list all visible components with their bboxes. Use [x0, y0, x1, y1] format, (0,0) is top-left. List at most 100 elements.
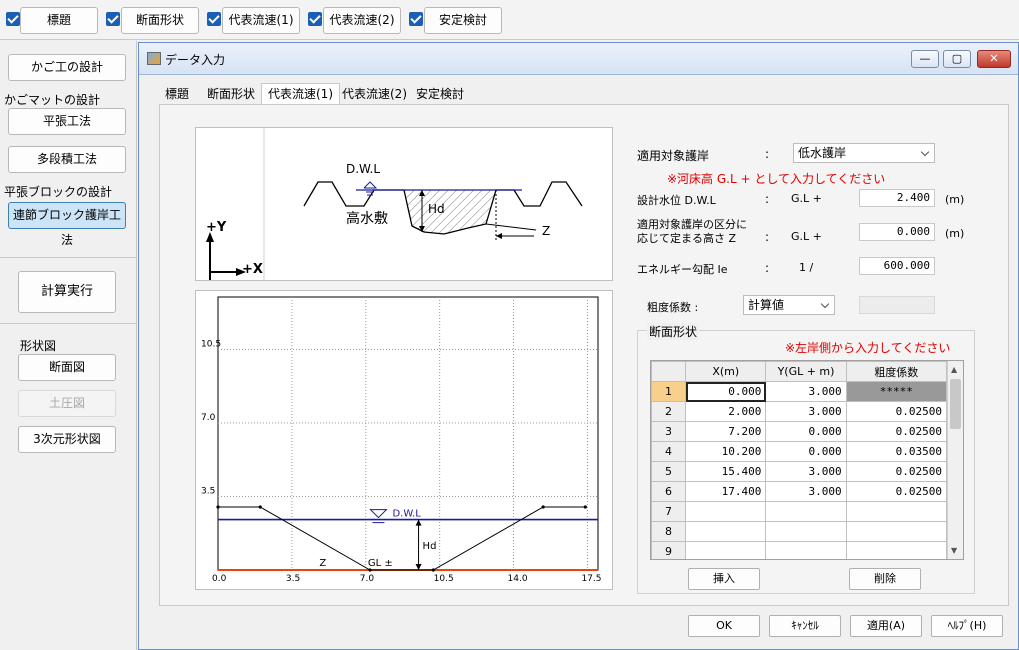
window-title: データ入力: [165, 53, 226, 67]
table-row[interactable]: 1 0.000 3.000 *****: [651, 381, 948, 402]
cell-roughness[interactable]: 0.02500: [845, 481, 948, 502]
cell-roughness[interactable]: 0.03500: [845, 441, 948, 462]
unit-label: (m): [945, 227, 965, 240]
scroll-thumb[interactable]: [950, 379, 961, 429]
tab-stability[interactable]: 安定検討: [416, 85, 464, 104]
rensetsu-block-button[interactable]: 連節ブロック護岸工法: [8, 202, 126, 247]
help-button[interactable]: ﾍﾙﾌﾟ(H): [931, 615, 1003, 637]
calculate-button[interactable]: 計算実行: [18, 271, 116, 313]
table-scrollbar[interactable]: ▲ ▼: [947, 361, 963, 559]
roughness-value-field: [859, 296, 935, 314]
column-header-x: X(m): [685, 361, 767, 382]
cell-roughness[interactable]: [845, 501, 948, 522]
stability-checkbox[interactable]: [409, 12, 423, 26]
delete-row-button[interactable]: 削除: [849, 568, 921, 590]
cell-roughness[interactable]: *****: [845, 381, 948, 402]
maximize-icon[interactable]: ▢: [943, 50, 971, 68]
minimize-icon[interactable]: —: [911, 50, 939, 68]
cell-x[interactable]: [685, 541, 767, 559]
row-number[interactable]: 7: [651, 501, 687, 522]
row-number[interactable]: 1: [651, 381, 687, 402]
row-number[interactable]: 9: [651, 541, 687, 559]
title-button[interactable]: 標題: [20, 7, 98, 34]
z-height-label-2: 応じて定まる高さ Z: [637, 232, 737, 245]
roughness-select[interactable]: 計算値: [743, 295, 835, 315]
x-tick-label: 17.5: [581, 574, 601, 584]
table-row[interactable]: 2 2.000 3.000 0.02500: [651, 401, 948, 422]
cell-y[interactable]: 3.000: [765, 401, 847, 422]
cell-roughness[interactable]: [845, 541, 948, 559]
cell-x[interactable]: 2.000: [685, 401, 767, 422]
dwl-input[interactable]: 2.400: [859, 189, 935, 207]
table-row[interactable]: 9: [651, 541, 948, 559]
table-row[interactable]: 7: [651, 501, 948, 522]
velocity2-checkbox[interactable]: [308, 12, 322, 26]
cell-roughness[interactable]: 0.02500: [845, 401, 948, 422]
cell-x[interactable]: 0.000: [685, 381, 767, 402]
hd-chart-label: Hd: [423, 541, 437, 552]
velocity2-button[interactable]: 代表流速(2): [323, 7, 401, 34]
row-number[interactable]: 8: [651, 521, 687, 542]
cell-x[interactable]: 15.400: [685, 461, 767, 482]
cell-roughness[interactable]: 0.02500: [845, 421, 948, 442]
column-header-y: Y(GL + m): [765, 361, 847, 382]
apply-button[interactable]: 適用(A): [850, 615, 922, 637]
gl-chart-label: GL ±: [368, 558, 393, 569]
cell-y[interactable]: [765, 521, 847, 542]
cell-x[interactable]: [685, 501, 767, 522]
velocity1-button[interactable]: 代表流速(1): [222, 7, 300, 34]
row-number[interactable]: 2: [651, 401, 687, 422]
target-revetment-select[interactable]: 低水護岸: [793, 143, 935, 163]
close-icon[interactable]: ✕: [977, 50, 1011, 68]
row-number[interactable]: 5: [651, 461, 687, 482]
table-row[interactable]: 3 7.200 0.000 0.02500: [651, 421, 948, 442]
cell-y[interactable]: 3.000: [765, 461, 847, 482]
cell-y[interactable]: [765, 501, 847, 522]
tab-velocity2[interactable]: 代表流速(2): [342, 85, 407, 104]
kago-design-button[interactable]: かご工の設計: [8, 54, 126, 81]
cell-y[interactable]: 3.000: [765, 481, 847, 502]
cell-roughness[interactable]: 0.02500: [845, 461, 948, 482]
tab-title[interactable]: 標題: [165, 85, 189, 104]
cell-y[interactable]: 0.000: [765, 421, 847, 442]
table-row[interactable]: 6 17.400 3.000 0.02500: [651, 481, 948, 502]
row-number[interactable]: 4: [651, 441, 687, 462]
cell-y[interactable]: [765, 541, 847, 559]
cell-x[interactable]: [685, 521, 767, 542]
cell-x[interactable]: 10.200: [685, 441, 767, 462]
cell-y[interactable]: 3.000: [765, 381, 847, 402]
z-height-input[interactable]: 0.000: [859, 223, 935, 241]
cell-x[interactable]: 7.200: [685, 421, 767, 442]
cell-roughness[interactable]: [845, 521, 948, 542]
stability-button[interactable]: 安定検討: [424, 7, 502, 34]
tab-section-shape[interactable]: 断面形状: [207, 85, 255, 104]
section-diagram-button[interactable]: 断面図: [18, 354, 116, 381]
ok-button[interactable]: OK: [688, 615, 760, 637]
corner-header: [651, 361, 687, 382]
insert-row-button[interactable]: 挿入: [688, 568, 760, 590]
cell-y[interactable]: 0.000: [765, 441, 847, 462]
title-checkbox[interactable]: [6, 12, 20, 26]
high-water-bed-label: 高水敷: [346, 211, 388, 227]
velocity1-checkbox[interactable]: [207, 12, 221, 26]
section-point: [431, 568, 435, 572]
x-tick-label: 14.0: [508, 574, 528, 584]
3d-shape-button[interactable]: 3次元形状図: [18, 426, 116, 453]
earth-pressure-button[interactable]: 土圧図: [18, 390, 116, 417]
section-shape-checkbox[interactable]: [106, 12, 120, 26]
row-number[interactable]: 6: [651, 481, 687, 502]
cancel-button[interactable]: ｷｬﾝｾﾙ: [769, 615, 841, 637]
section-shape-button[interactable]: 断面形状: [121, 7, 199, 34]
tab-velocity1[interactable]: 代表流速(1): [261, 83, 340, 105]
table-row[interactable]: 5 15.400 3.000 0.02500: [651, 461, 948, 482]
energy-gradient-input[interactable]: 600.000: [859, 257, 935, 275]
heichou-button[interactable]: 平張工法: [8, 108, 126, 135]
tadanzumi-button[interactable]: 多段積工法: [8, 146, 126, 173]
table-row[interactable]: 4 10.200 0.000 0.03500: [651, 441, 948, 462]
table-row[interactable]: 8: [651, 521, 948, 542]
scroll-up-icon[interactable]: ▲: [951, 365, 957, 374]
row-number[interactable]: 3: [651, 421, 687, 442]
section-point: [583, 505, 587, 509]
scroll-down-icon[interactable]: ▼: [951, 546, 957, 555]
cell-x[interactable]: 17.400: [685, 481, 767, 502]
